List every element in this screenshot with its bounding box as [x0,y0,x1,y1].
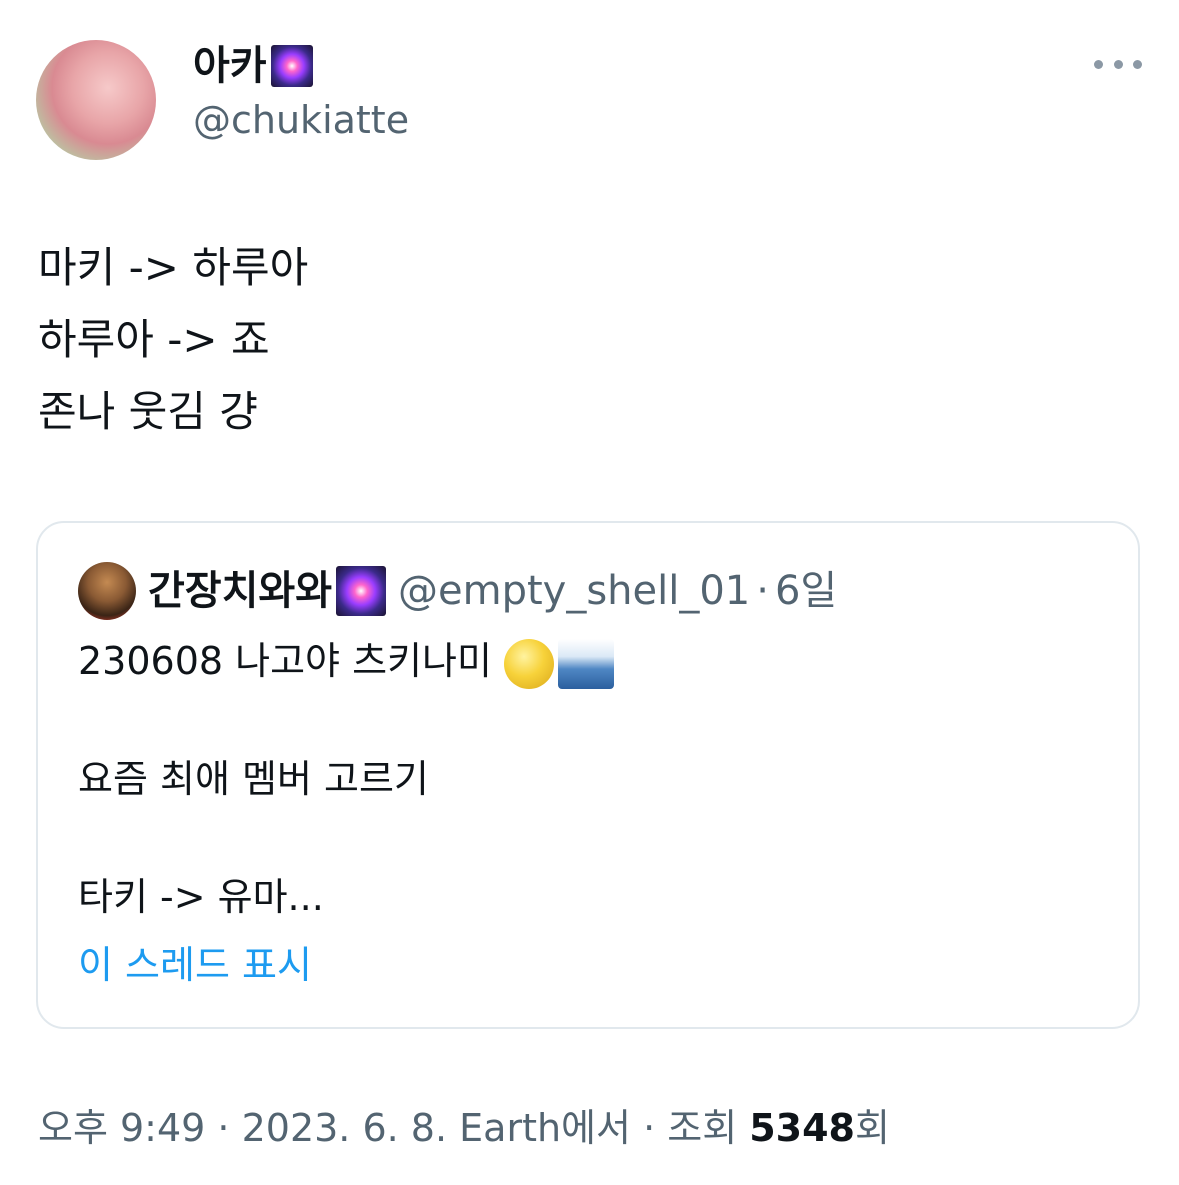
author-avatar[interactable] [36,40,156,160]
tweet-line: 존나 웃김 걍 [38,387,258,436]
fireworks-emoji-icon [270,45,313,87]
more-dot [1094,59,1103,69]
show-thread-link[interactable]: 이 스레드 표시 [78,937,312,993]
views-prefix: 조회 [667,1106,750,1150]
views-count[interactable]: 5348 [749,1106,855,1150]
author-display-name[interactable]: 아카 [193,38,313,94]
quoted-author-avatar[interactable] [78,562,136,620]
author-name-text: 아카 [193,43,267,89]
author-handle[interactable]: @chukiatte [193,94,409,146]
tweet-time[interactable]: 오후 9:49 [38,1106,205,1150]
tweet-meta: 오후 9:49 · 2023. 6. 8. Earth에서 · 조회 5348회 [38,1098,890,1158]
quoted-line-text: 230608 나고야 츠키나미 [78,639,492,683]
tweet-line: 마키 -> 하루아 [38,243,309,292]
views-suffix: 회 [855,1106,890,1150]
meta-separator: · [205,1106,242,1150]
quoted-line: 230608 나고야 츠키나미 [78,633,614,689]
fireworks-emoji-icon [336,566,386,616]
quoted-line: 타키 -> 유마... [78,875,324,919]
tweet-line: 하루아 -> 죠 [38,315,270,364]
tweet-detail: 아카 @chukiatte 마키 -> 하루아 하루아 -> 죠 존나 웃김 걍… [0,0,1179,1185]
tweet-source: Earth에서 [459,1106,631,1150]
full-moon-emoji-icon [503,638,554,689]
quoted-line: 요즘 최애 멤버 고르기 [78,757,429,801]
more-dot [1133,59,1142,69]
more-dot [1113,59,1123,69]
tweet-date[interactable]: 2023. 6. 8. [242,1106,447,1150]
quoted-tweet-time: 6일 [774,568,838,614]
more-options-icon[interactable] [1094,52,1142,76]
quoted-author-handle[interactable]: @empty_shell_01 [398,559,750,623]
water-wave-emoji-icon [557,638,614,689]
tweet-text: 마키 -> 하루아 하루아 -> 죠 존나 웃김 걍 [38,232,308,448]
quoted-tweet-header: 간장치와와 @empty_shell_01 · 6일 [148,559,837,623]
meta-separator: · [630,1106,668,1150]
quoted-tweet-text: 230608 나고야 츠키나미 요즘 최애 멤버 고르기 타키 -> 유마... [78,633,614,925]
quoted-tweet-card[interactable]: 간장치와와 @empty_shell_01 · 6일 230608 나고야 츠키… [36,521,1140,1029]
separator-dot: · [756,568,769,614]
quoted-author-name[interactable]: 간장치와와 [148,559,332,623]
